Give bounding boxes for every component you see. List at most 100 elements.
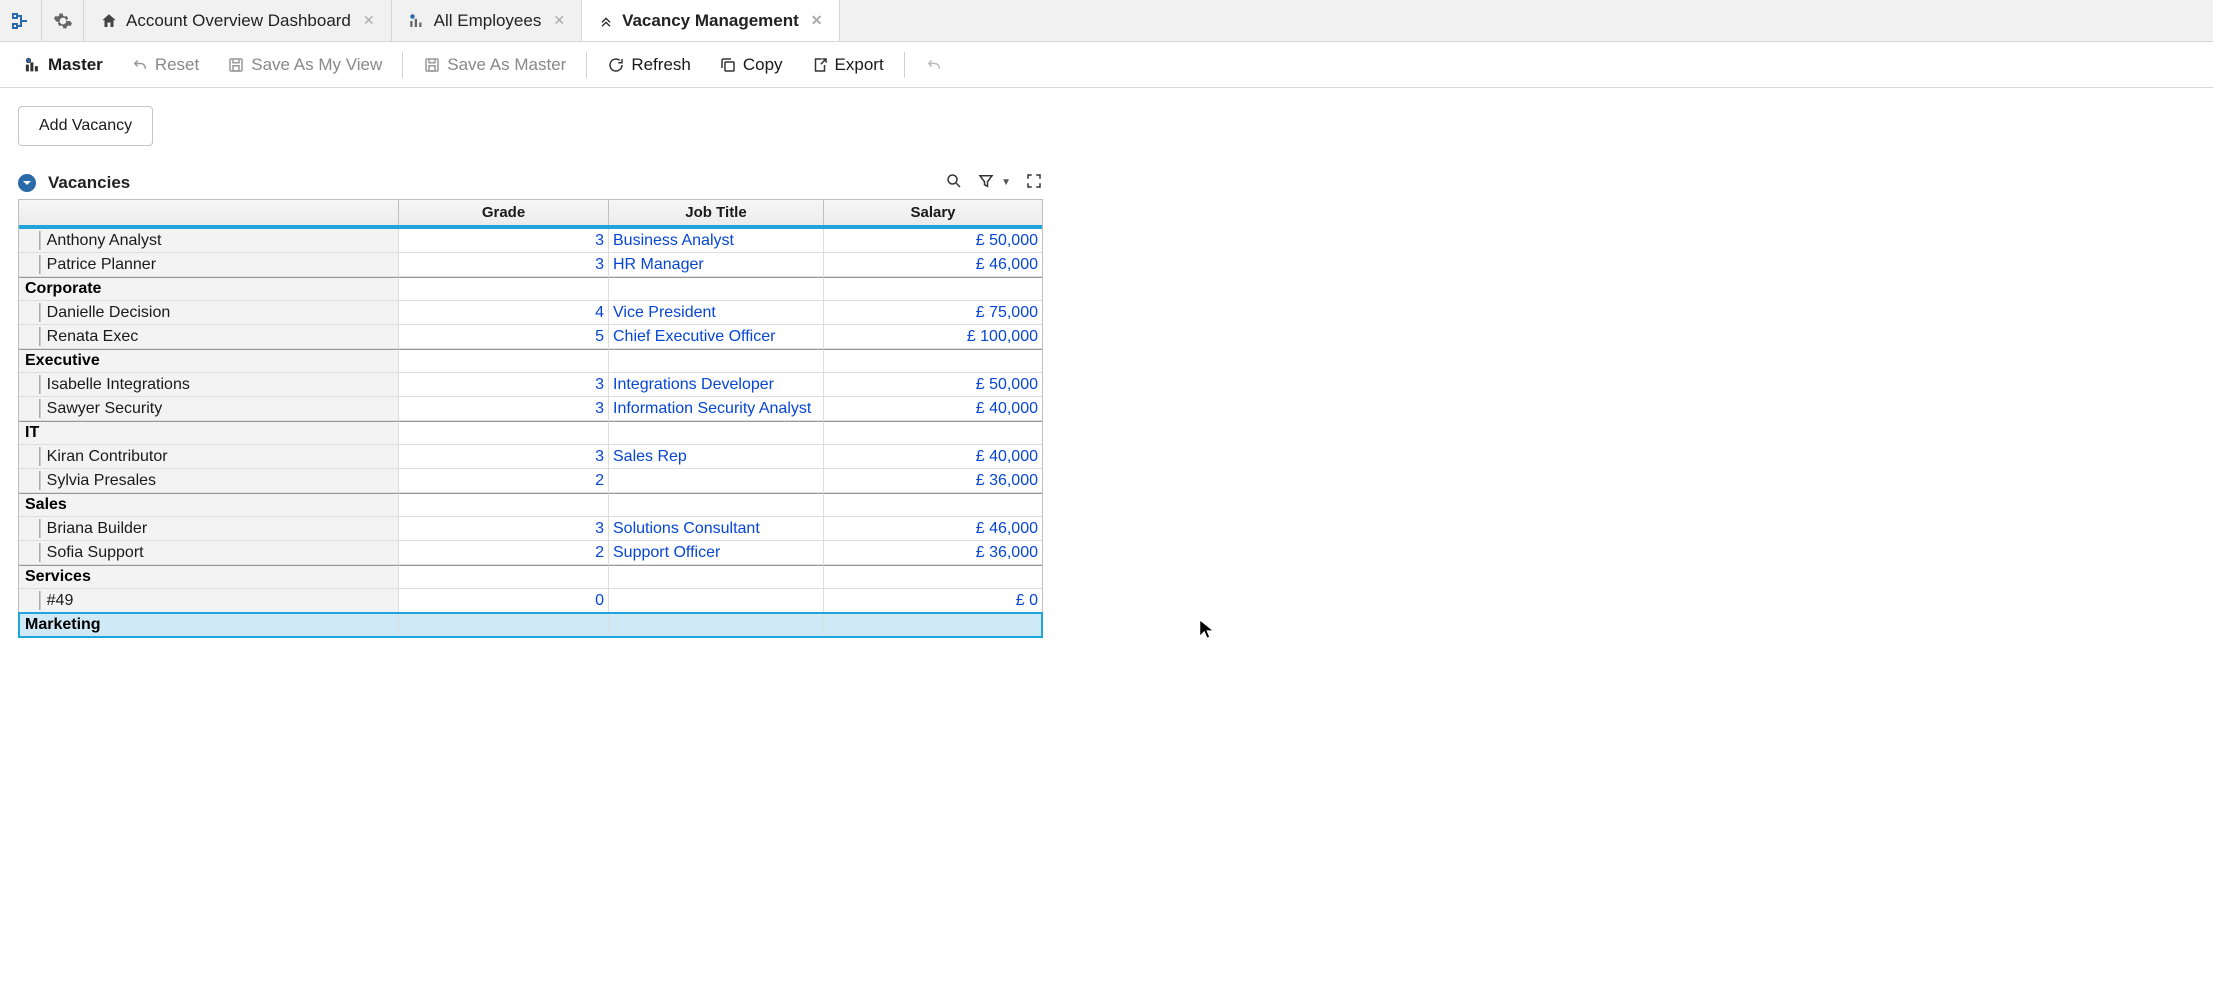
row-job-cell[interactable]: Vice President (609, 301, 824, 325)
row-job-cell[interactable] (609, 277, 824, 301)
row-salary-cell[interactable] (824, 613, 1042, 637)
row-salary-cell[interactable] (824, 421, 1042, 445)
row-job-cell[interactable]: Information Security Analyst (609, 397, 824, 421)
gear-icon[interactable] (42, 0, 84, 41)
table-row[interactable]: Sales (19, 493, 1042, 517)
row-name-cell[interactable]: │#49 (19, 589, 399, 613)
table-row[interactable]: │Kiran Contributor3Sales Rep£ 40,000 (19, 445, 1042, 469)
row-grade-cell[interactable] (399, 277, 609, 301)
row-salary-cell[interactable]: £ 46,000 (824, 253, 1042, 277)
expand-icon[interactable] (1025, 172, 1043, 193)
copy-button[interactable]: Copy (705, 55, 797, 75)
row-salary-cell[interactable]: £ 50,000 (824, 229, 1042, 253)
row-grade-cell[interactable] (399, 565, 609, 589)
column-header-name[interactable] (19, 200, 399, 225)
row-job-cell[interactable] (609, 565, 824, 589)
save-view-button[interactable]: Save As My View (213, 55, 396, 75)
row-salary-cell[interactable]: £ 40,000 (824, 397, 1042, 421)
row-salary-cell[interactable]: £ 75,000 (824, 301, 1042, 325)
row-name-cell[interactable]: Marketing (19, 613, 399, 637)
row-salary-cell[interactable] (824, 565, 1042, 589)
table-row[interactable]: Marketing (19, 613, 1042, 637)
row-grade-cell[interactable] (399, 421, 609, 445)
undo-small-button[interactable] (911, 56, 957, 74)
row-grade-cell[interactable]: 5 (399, 325, 609, 349)
row-salary-cell[interactable]: £ 46,000 (824, 517, 1042, 541)
save-master-button[interactable]: Save As Master (409, 55, 580, 75)
row-grade-cell[interactable] (399, 349, 609, 373)
table-row[interactable]: IT (19, 421, 1042, 445)
row-job-cell[interactable]: Business Analyst (609, 229, 824, 253)
reset-button[interactable]: Reset (117, 55, 213, 75)
tree-toggle-icon[interactable] (0, 0, 42, 41)
row-salary-cell[interactable]: £ 36,000 (824, 541, 1042, 565)
row-salary-cell[interactable]: £ 40,000 (824, 445, 1042, 469)
row-salary-cell[interactable] (824, 493, 1042, 517)
row-name-cell[interactable]: │Sylvia Presales (19, 469, 399, 493)
tab-vacancy-management[interactable]: Vacancy Management ✕ (582, 0, 839, 41)
row-job-cell[interactable]: HR Manager (609, 253, 824, 277)
row-grade-cell[interactable]: 3 (399, 517, 609, 541)
add-vacancy-button[interactable]: Add Vacancy (18, 106, 153, 146)
table-row[interactable]: Corporate (19, 277, 1042, 301)
row-job-cell[interactable] (609, 469, 824, 493)
row-name-cell[interactable]: │Briana Builder (19, 517, 399, 541)
row-salary-cell[interactable]: £ 50,000 (824, 373, 1042, 397)
column-header-grade[interactable]: Grade (399, 200, 609, 225)
row-grade-cell[interactable]: 3 (399, 445, 609, 469)
table-row[interactable]: │Briana Builder3Solutions Consultant£ 46… (19, 517, 1042, 541)
row-job-cell[interactable]: Chief Executive Officer (609, 325, 824, 349)
search-icon[interactable] (945, 172, 963, 193)
filter-icon[interactable] (977, 172, 995, 193)
row-grade-cell[interactable]: 0 (399, 589, 609, 613)
row-job-cell[interactable] (609, 589, 824, 613)
column-header-job-title[interactable]: Job Title (609, 200, 824, 225)
table-row[interactable]: Executive (19, 349, 1042, 373)
row-grade-cell[interactable]: 2 (399, 541, 609, 565)
row-name-cell[interactable]: │Danielle Decision (19, 301, 399, 325)
table-row[interactable]: │Isabelle Integrations3Integrations Deve… (19, 373, 1042, 397)
row-salary-cell[interactable] (824, 349, 1042, 373)
refresh-button[interactable]: Refresh (593, 55, 705, 75)
close-icon[interactable]: ✕ (363, 12, 375, 29)
row-job-cell[interactable]: Sales Rep (609, 445, 824, 469)
tab-account-overview[interactable]: Account Overview Dashboard ✕ (84, 0, 392, 41)
close-icon[interactable]: ✕ (553, 12, 565, 29)
row-job-cell[interactable]: Integrations Developer (609, 373, 824, 397)
tab-all-employees[interactable]: All Employees ✕ (392, 0, 582, 41)
row-salary-cell[interactable]: £ 0 (824, 589, 1042, 613)
row-name-cell[interactable]: │Sawyer Security (19, 397, 399, 421)
master-toggle[interactable]: Master (10, 55, 117, 75)
table-row[interactable]: │Renata Exec5Chief Executive Officer£ 10… (19, 325, 1042, 349)
row-job-cell[interactable] (609, 613, 824, 637)
row-salary-cell[interactable]: £ 100,000 (824, 325, 1042, 349)
row-grade-cell[interactable]: 2 (399, 469, 609, 493)
row-grade-cell[interactable]: 3 (399, 397, 609, 421)
row-job-cell[interactable]: Solutions Consultant (609, 517, 824, 541)
column-header-salary[interactable]: Salary (824, 200, 1042, 225)
export-button[interactable]: Export (797, 55, 898, 75)
filter-dropdown-icon[interactable]: ▼ (1001, 177, 1011, 188)
row-grade-cell[interactable]: 3 (399, 229, 609, 253)
row-name-cell[interactable]: Executive (19, 349, 399, 373)
row-job-cell[interactable] (609, 493, 824, 517)
row-job-cell[interactable] (609, 421, 824, 445)
row-name-cell[interactable]: │Sofia Support (19, 541, 399, 565)
row-name-cell[interactable]: Corporate (19, 277, 399, 301)
row-name-cell[interactable]: │Isabelle Integrations (19, 373, 399, 397)
table-row[interactable]: │Danielle Decision4Vice President£ 75,00… (19, 301, 1042, 325)
row-name-cell[interactable]: │Kiran Contributor (19, 445, 399, 469)
row-salary-cell[interactable]: £ 36,000 (824, 469, 1042, 493)
table-row[interactable]: │Sofia Support2Support Officer£ 36,000 (19, 541, 1042, 565)
table-row[interactable]: │#490 £ 0 (19, 589, 1042, 613)
row-grade-cell[interactable]: 3 (399, 253, 609, 277)
row-salary-cell[interactable] (824, 277, 1042, 301)
row-job-cell[interactable]: Support Officer (609, 541, 824, 565)
row-grade-cell[interactable] (399, 493, 609, 517)
row-grade-cell[interactable] (399, 613, 609, 637)
collapse-icon[interactable] (18, 174, 36, 192)
close-icon[interactable]: ✕ (811, 12, 823, 29)
table-row[interactable]: │Patrice Planner3HR Manager£ 46,000 (19, 253, 1042, 277)
row-grade-cell[interactable]: 3 (399, 373, 609, 397)
table-row[interactable]: │Sylvia Presales2 £ 36,000 (19, 469, 1042, 493)
